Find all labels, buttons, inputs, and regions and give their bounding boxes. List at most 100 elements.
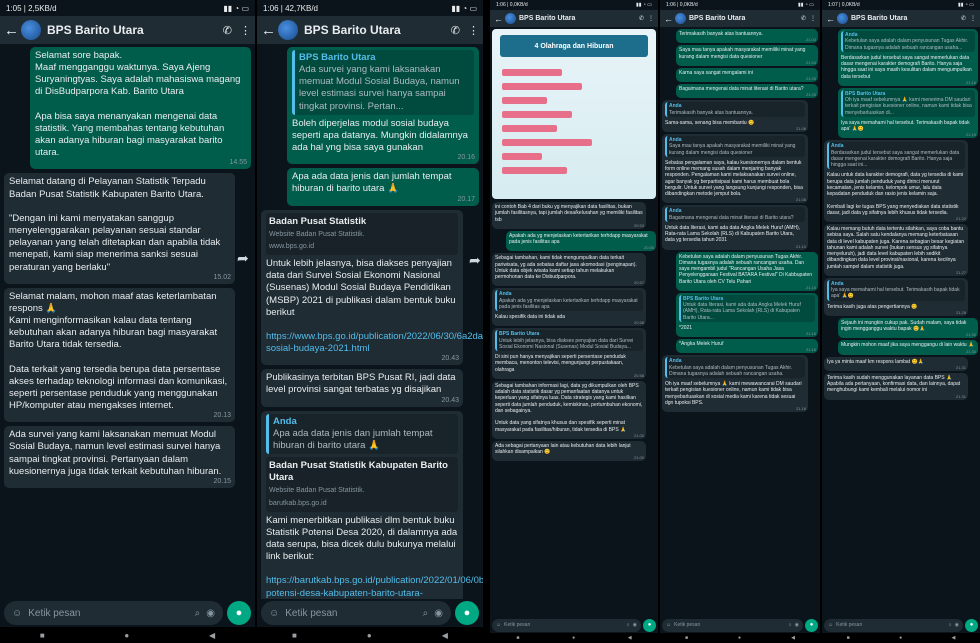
incoming-message[interactable]: Anda Iya saya memahami hal tersebut. Teri…: [824, 277, 968, 316]
camera-icon[interactable]: ◉: [434, 608, 443, 619]
link-preview[interactable]: Badan Pusat Statistik Kabupaten Barito U…: [266, 457, 458, 512]
outgoing-message[interactable]: Apa ada data jenis dan jumlah tempat hib…: [287, 168, 479, 206]
incoming-message[interactable]: Ada sebagai pertanyaan lain atau kebutuh…: [492, 440, 646, 462]
outgoing-message[interactable]: Kebetulan saya adalah dalam penyusunan T…: [676, 251, 818, 291]
incoming-message[interactable]: Kalau memang butuh data tertentu silahka…: [824, 224, 968, 276]
contact-name[interactable]: BPS Barito Utara: [851, 15, 957, 22]
nav-home-icon[interactable]: ●: [738, 635, 741, 641]
kebab-menu-icon[interactable]: ⋮: [648, 15, 654, 22]
nav-back-icon[interactable]: ◀: [791, 635, 795, 641]
outgoing-message[interactable]: Anda Kebetulan saya adalah dalam penyusun…: [838, 29, 978, 86]
phone-plus-icon[interactable]: ✆: [961, 15, 966, 22]
arrow-left-icon[interactable]: ←: [664, 14, 673, 24]
incoming-message[interactable]: Selamat datang di Pelayanan Statistik Te…: [4, 173, 235, 284]
phone-plus-icon[interactable]: ✆: [801, 15, 806, 22]
avatar[interactable]: [837, 13, 848, 24]
incoming-message[interactable]: Anda Terimakasih banyak atas bantuannya. S…: [662, 100, 808, 132]
kebab-menu-icon[interactable]: ⋮: [970, 15, 976, 22]
incoming-message[interactable]: Anda Bagaimana mengenai data minat litera…: [662, 205, 808, 250]
kebab-menu-icon[interactable]: ⋮: [240, 24, 251, 37]
nav-back-icon[interactable]: ◀: [209, 631, 215, 640]
infographic-image[interactable]: 4 Olahraga dan Hiburan: [492, 29, 656, 199]
nav-recents-icon[interactable]: ■: [40, 631, 45, 640]
outgoing-message[interactable]: Mungkin mohon maaf jika saya menggangu d…: [838, 340, 978, 355]
emoji-icon[interactable]: ☺: [496, 622, 501, 628]
incoming-message[interactable]: Anda Saya mau tanya apakah masyarakat mem…: [662, 134, 808, 204]
phone-plus-icon[interactable]: ✆: [223, 24, 232, 37]
mic-icon[interactable]: ●: [805, 618, 818, 632]
mic-icon[interactable]: ●: [227, 601, 251, 625]
contact-name[interactable]: BPS Barito Utara: [519, 15, 635, 22]
emoji-icon[interactable]: ☺: [666, 622, 671, 628]
incoming-message[interactable]: Badan Pusat Statistik Website Badan Pusat…: [261, 209, 483, 366]
nav-recents-icon[interactable]: ■: [516, 635, 519, 641]
quoted-message[interactable]: Anda Terimakasih banyak atas bantuannya.: [665, 102, 805, 117]
incoming-message[interactable]: Ada survei yang kami laksanakan memuat M…: [4, 426, 235, 488]
chat-area[interactable]: BPS Barito Utara Ada survei yang kami lak…: [257, 44, 483, 599]
incoming-message[interactable]: Sebagai tambahan informasi lagi, data yg…: [492, 380, 646, 439]
incoming-message[interactable]: BPS Barito Utara Untuk lebih jelasnya, bi…: [492, 328, 646, 379]
nav-back-icon[interactable]: ◀: [442, 631, 448, 640]
incoming-message[interactable]: Anda Apakah ada yg menjelaskan ketertarik…: [492, 288, 646, 327]
quoted-message[interactable]: Anda Kebetulan saya adalah dalam penyusun…: [665, 357, 805, 378]
paperclip-icon[interactable]: ⌕: [627, 622, 630, 628]
quoted-message[interactable]: Anda Bagaimana mengenai data minat litera…: [665, 207, 805, 222]
outgoing-message[interactable]: Sejauh ini mungkin cukup pak. Sudah mala…: [838, 317, 978, 339]
outgoing-message[interactable]: Karna saya sangat mengalami ini 21.05: [676, 67, 818, 82]
outgoing-message[interactable]: Bagaimana mengenai data minat literasi d…: [676, 84, 818, 99]
kebab-menu-icon[interactable]: ⋮: [468, 24, 479, 37]
contact-name[interactable]: BPS Barito Utara: [689, 15, 797, 22]
link-preview[interactable]: Badan Pusat Statistik Website Badan Pusat…: [266, 212, 458, 256]
avatar[interactable]: [278, 20, 298, 40]
outgoing-message[interactable]: BPS Barito Utara Oh iya maaf sebelumnya 🙏…: [838, 87, 978, 139]
incoming-message[interactable]: Publikasinya terbitan BPS Pusat RI, jadi…: [261, 369, 463, 407]
paperclip-icon[interactable]: ⌕: [949, 622, 952, 628]
quoted-message[interactable]: Anda Iya saya memahami hal tersebut. Teri…: [827, 279, 965, 301]
nav-home-icon[interactable]: ●: [124, 631, 129, 640]
quoted-message[interactable]: Anda Apa ada data jenis dan jumlah tempat…: [266, 413, 458, 455]
message-link[interactable]: https://barutkab.bps.go.id/publication/2…: [266, 575, 483, 599]
nav-recents-icon[interactable]: ■: [685, 635, 688, 641]
message-input[interactable]: ☺ Ketik pesan ⌕ ◉: [261, 601, 451, 625]
nav-home-icon[interactable]: ●: [899, 635, 902, 641]
outgoing-message[interactable]: BPS Barito Utara Ada survei yang kami lak…: [287, 47, 479, 165]
phone-plus-icon[interactable]: ✆: [639, 15, 644, 22]
incoming-message[interactable]: Anda Kebetulan saya adalah dalam penyusun…: [662, 355, 808, 412]
message-input[interactable]: ☺ Ketik pesan ⌕ ◉: [824, 618, 963, 632]
kebab-menu-icon[interactable]: ⋮: [810, 15, 816, 22]
quoted-message[interactable]: Anda Apakah ada yg menjelaskan ketertarik…: [495, 290, 643, 311]
incoming-message[interactable]: Anda Apa ada data jenis dan jumlah tempat…: [261, 410, 483, 599]
forward-icon[interactable]: ➦: [469, 252, 481, 269]
nav-back-icon[interactable]: ◀: [951, 635, 955, 641]
arrow-left-icon[interactable]: ←: [826, 14, 835, 24]
message-input[interactable]: ☺ Ketik pesan ⌕ ◉: [492, 618, 641, 632]
avatar[interactable]: [675, 13, 686, 24]
avatar[interactable]: [21, 20, 41, 40]
outgoing-message[interactable]: *Angka Melek Huruf 21.16: [676, 339, 818, 354]
nav-recents-icon[interactable]: ■: [292, 631, 297, 640]
outgoing-message[interactable]: Selamat sore bapak. Maaf mengganggu wakt…: [30, 47, 251, 170]
outgoing-message[interactable]: Apakah ada yg menjelaskan ketertarikan t…: [506, 230, 656, 252]
camera-icon[interactable]: ◉: [955, 622, 959, 628]
camera-icon[interactable]: ◉: [633, 622, 637, 628]
paperclip-icon[interactable]: ⌕: [423, 608, 429, 619]
incoming-message[interactable]: Selamat malam, mohon maaf atas keterlamb…: [4, 287, 235, 423]
paperclip-icon[interactable]: ⌕: [195, 608, 201, 619]
outgoing-message[interactable]: Saya mau tanya apakah masyarakat memilik…: [676, 45, 818, 66]
contact-name[interactable]: BPS Barito Utara: [304, 23, 443, 37]
forward-icon[interactable]: ➦: [237, 250, 249, 267]
quoted-message[interactable]: Anda Kebetulan saya adalah dalam penyusun…: [841, 31, 975, 52]
nav-home-icon[interactable]: ●: [367, 631, 372, 640]
chat-area[interactable]: Anda Kebetulan saya adalah dalam penyusun…: [822, 27, 980, 615]
quoted-message[interactable]: Anda Saya mau tanya apakah masyarakat mem…: [665, 136, 805, 157]
phone-plus-icon[interactable]: ✆: [451, 24, 460, 37]
nav-recents-icon[interactable]: ■: [847, 635, 850, 641]
message-link[interactable]: https://www.bps.go.id/publication/2022/0…: [266, 331, 483, 354]
quoted-message[interactable]: BPS Barito Utara Ada survei yang kami lak…: [292, 50, 474, 115]
chat-area[interactable]: 4 Olahraga dan Hiburan ini contoh Bab 4 d…: [490, 27, 658, 615]
incoming-message[interactable]: Iya ya minta maaf km respons lambat 😊🙏 21…: [824, 356, 968, 371]
arrow-left-icon[interactable]: ←: [4, 22, 19, 39]
outgoing-message[interactable]: BPS Barito Utara Untuk data literasi, kam…: [676, 292, 818, 337]
quoted-message[interactable]: BPS Barito Utara Oh iya maaf sebelumnya 🙏…: [841, 89, 975, 117]
quoted-message[interactable]: BPS Barito Utara Untuk lebih jelasnya, bi…: [495, 330, 643, 351]
